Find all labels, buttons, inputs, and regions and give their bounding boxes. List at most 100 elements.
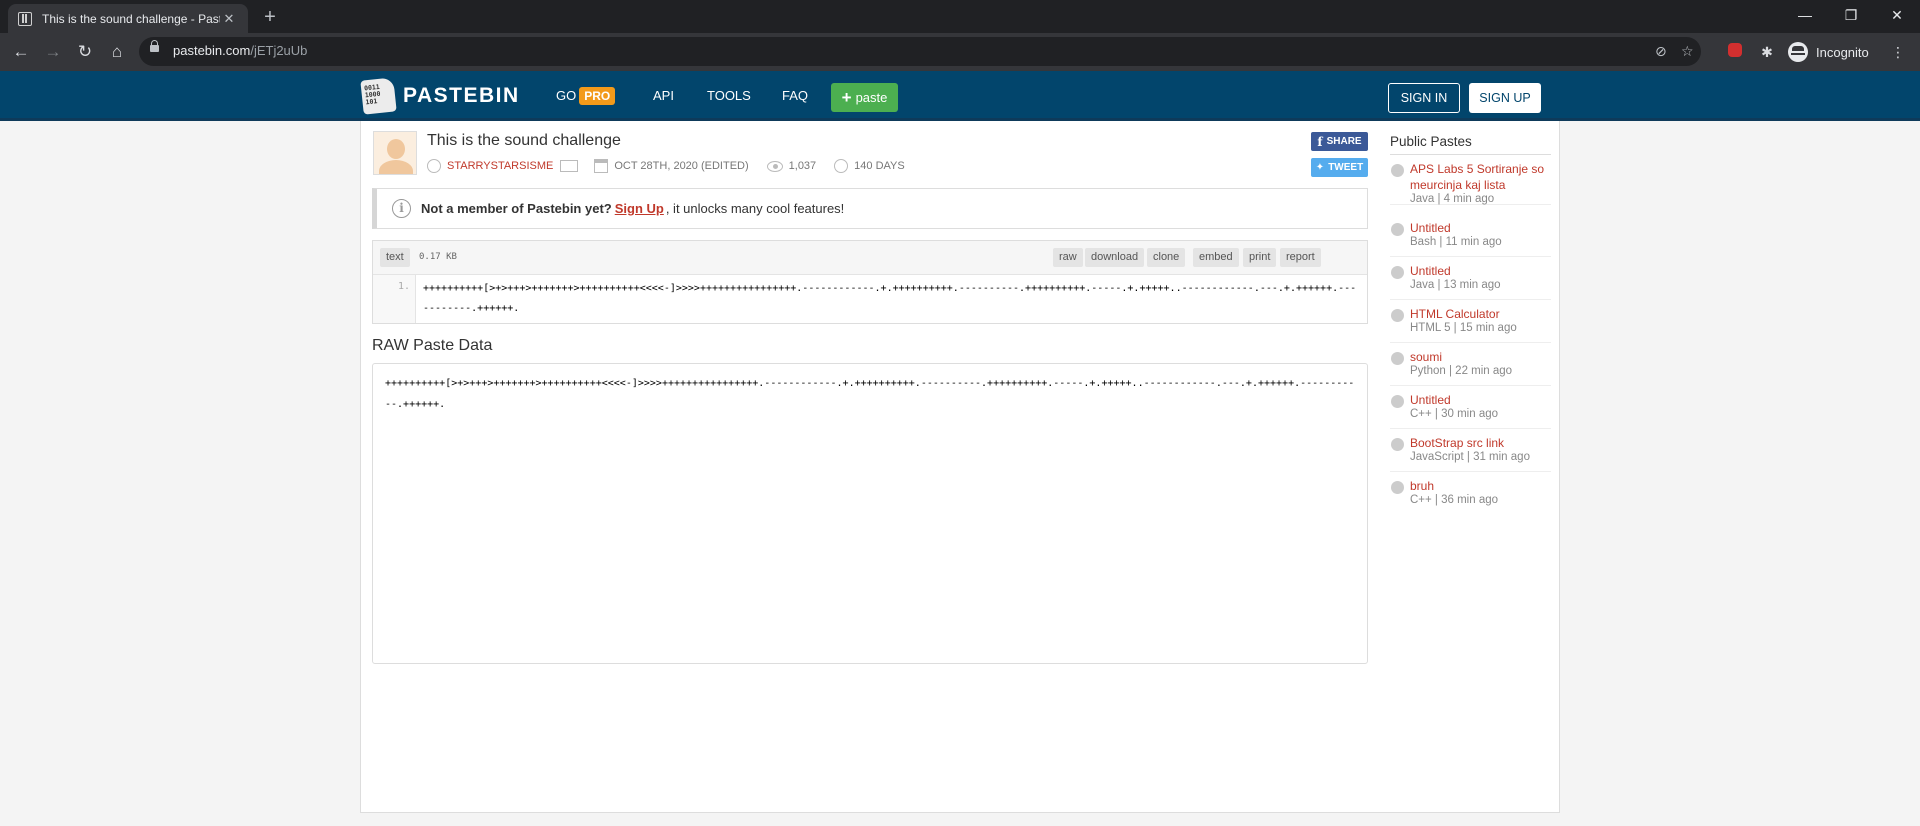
new-paste-label: paste [855,90,888,105]
extensions-puzzle-icon[interactable]: ✱ [1755,40,1779,64]
list-item[interactable]: soumi Python | 22 min ago [1390,349,1551,386]
logo-mark-icon: 0011 1000 101 [360,77,397,115]
browser-toolbar: ← → ↻ ⌂ pastebin.com/jETj2uUb ⊘ ☆ ✱ Inco… [0,33,1920,71]
paste-date: OCT 28TH, 2020 (EDITED) [614,160,749,172]
globe-icon [1391,395,1404,408]
site-header: 0011 1000 101 PASTEBIN GO PRO API TOOLS F… [0,71,1920,121]
twitter-tweet-button[interactable]: ✦ TWEET [1311,158,1368,177]
public-paste-meta: C++ | 36 min ago [1410,494,1499,506]
new-tab-icon[interactable]: + [258,5,282,29]
nav-api[interactable]: API [653,88,674,103]
facebook-share-button[interactable]: f SHARE [1311,132,1368,151]
address-bar[interactable]: pastebin.com/jETj2uUb ⊘ ☆ [139,37,1701,66]
list-item[interactable]: BootStrap src link JavaScript | 31 min a… [1390,435,1551,472]
nav-go-pro[interactable]: GO PRO [556,87,616,105]
print-button[interactable]: print [1243,248,1277,267]
page-container: This is the sound challenge STARRYSTARSI… [360,121,1560,813]
code-line[interactable]: ++++++++++[>+>+++>+++++++>++++++++++<<<<… [423,279,1358,319]
logo-text: PASTEBIN [403,84,520,107]
download-button[interactable]: download [1085,248,1145,267]
paste-info: This is the sound challenge STARRYSTARSI… [372,121,1368,182]
minimize-icon[interactable]: — [1782,0,1828,30]
public-paste-name[interactable]: Untitled [1410,263,1550,279]
share-label: SHARE [1326,136,1362,147]
paste-author[interactable]: STARRYSTARSISME [447,160,553,172]
incognito-profile[interactable]: Incognito [1788,41,1869,63]
pro-badge: PRO [579,87,616,105]
public-paste-name[interactable]: soumi [1410,349,1550,365]
list-item[interactable]: Untitled Java | 13 min ago [1390,263,1551,300]
adblock-extension-icon[interactable] [1728,43,1742,57]
list-item[interactable]: HTML Calculator HTML 5 | 15 min ago [1390,306,1551,343]
browser-tab-strip: This is the sound challenge - Past ✕ + —… [0,0,1920,33]
public-paste-name[interactable]: bruh [1410,478,1550,494]
globe-icon [1391,164,1404,177]
nav-go-label: GO [556,88,577,103]
url-text[interactable]: pastebin.com/jETj2uUb [173,43,307,58]
signup-notice: i Not a member of Pastebin yet? Sign Up … [372,188,1368,229]
notice-lead: Not a member of Pastebin yet? [421,201,612,216]
embed-button[interactable]: embed [1193,248,1239,267]
bookmark-star-icon[interactable]: ☆ [1681,43,1694,60]
raw-data-heading: RAW Paste Data [372,337,493,354]
message-icon[interactable] [560,160,579,172]
notice-signup-link[interactable]: Sign Up [615,201,664,216]
globe-icon [1391,223,1404,236]
public-paste-meta: HTML 5 | 15 min ago [1410,322,1517,334]
globe-icon [1391,266,1404,279]
public-paste-meta: Bash | 11 min ago [1410,236,1502,248]
list-item[interactable]: Untitled Bash | 11 min ago [1390,220,1551,257]
paste-meta: STARRYSTARSISME OCT 28TH, 2020 (EDITED) … [427,159,905,173]
incognito-label: Incognito [1816,44,1869,60]
forward-icon[interactable]: → [41,40,65,64]
views-icon [766,160,783,172]
expiry-icon [834,159,849,173]
paste-expires: 140 DAYS [854,160,905,172]
restore-icon[interactable]: ❐ [1828,0,1874,30]
raw-data-textarea[interactable]: ++++++++++[>+>+++>+++++++>++++++++++<<<<… [372,363,1368,664]
nav-faq[interactable]: FAQ [782,88,808,103]
home-icon[interactable]: ⌂ [105,40,129,64]
globe-icon [1391,438,1404,451]
tab-title: This is the sound challenge - Past [42,11,220,26]
pastebin-favicon-icon [18,11,32,26]
new-paste-button[interactable]: + paste [831,83,898,112]
code-viewer: text 0.17 KB raw download clone embed pr… [372,240,1368,324]
browser-menu-icon[interactable]: ⋮ [1886,40,1910,64]
back-icon[interactable]: ← [9,40,33,64]
reload-icon[interactable]: ↻ [73,40,97,64]
public-paste-meta: Java | 4 min ago [1410,193,1495,205]
line-number: 1. [373,275,416,323]
sign-up-button[interactable]: SIGN UP [1469,83,1541,113]
sign-in-button[interactable]: SIGN IN [1388,83,1460,113]
public-paste-name[interactable]: Untitled [1410,392,1550,408]
globe-icon [1391,481,1404,494]
window-close-icon[interactable]: ✕ [1874,0,1920,30]
public-paste-meta: Java | 13 min ago [1410,279,1501,291]
public-paste-name[interactable]: APS Labs 5 Sortiranje so meurcinja kaj l… [1410,161,1550,193]
list-item[interactable]: Untitled C++ | 30 min ago [1390,392,1551,429]
public-paste-meta: JavaScript | 31 min ago [1410,451,1530,463]
public-paste-name[interactable]: HTML Calculator [1410,306,1550,322]
syntax-tag[interactable]: text [380,248,410,267]
avatar[interactable] [373,131,417,175]
public-paste-name[interactable]: BootStrap src link [1410,435,1550,451]
clone-button[interactable]: clone [1147,248,1186,267]
user-icon [427,159,441,173]
report-button[interactable]: report [1280,248,1321,267]
browser-tab[interactable]: This is the sound challenge - Past ✕ [8,4,248,33]
public-paste-name[interactable]: Untitled [1410,220,1550,236]
list-item[interactable]: bruh C++ | 36 min ago [1390,478,1551,515]
calendar-icon [594,159,609,173]
twitter-bird-icon: ✦ [1315,162,1325,173]
info-icon: i [392,199,411,218]
raw-button[interactable]: raw [1053,248,1083,267]
paste-main: This is the sound challenge STARRYSTARSI… [372,121,1368,664]
eye-slash-icon[interactable]: ⊘ [1655,43,1667,60]
nav-tools[interactable]: TOOLS [707,88,751,103]
public-paste-meta: Python | 22 min ago [1410,365,1513,377]
paste-size: 0.17 KB [419,252,457,262]
tab-close-icon[interactable]: ✕ [220,11,238,27]
list-item[interactable]: APS Labs 5 Sortiranje so meurcinja kaj l… [1390,161,1551,205]
site-logo[interactable]: 0011 1000 101 PASTEBIN [360,77,520,115]
